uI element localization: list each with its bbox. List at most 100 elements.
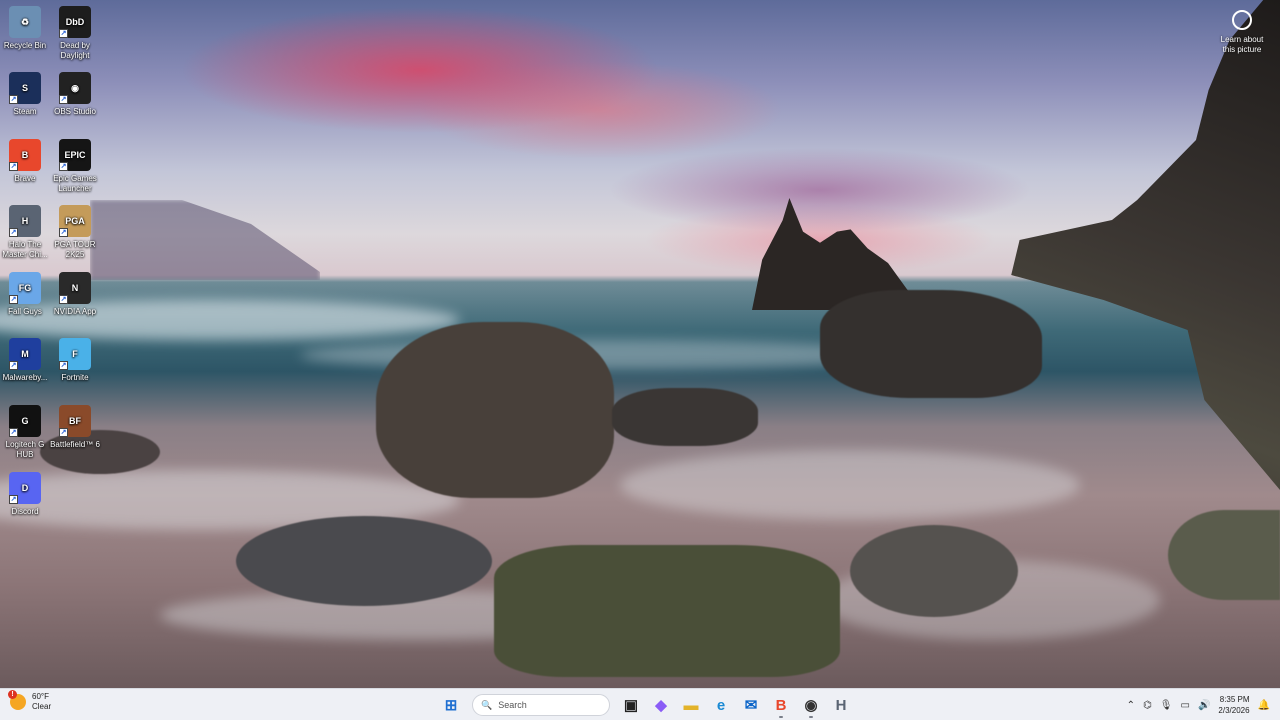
desktop-icon-epic-games[interactable]: EPIC ↗ Epic Games Launcher — [50, 135, 100, 194]
fall-guys-icon: FG ↗ — [9, 272, 41, 304]
shortcut-arrow-icon: ↗ — [59, 428, 68, 437]
weather-sun-icon: ! — [8, 690, 26, 710]
wallpaper-rock — [236, 516, 492, 606]
taskbar-edge-button[interactable]: e — [708, 692, 734, 718]
shortcut-arrow-icon: ↗ — [9, 295, 18, 304]
weather-condition: Clear — [32, 702, 52, 711]
wallpaper-headland — [90, 200, 320, 280]
desktop-icon-malwarebytes[interactable]: M ↗ Malwareby... — [0, 334, 50, 383]
speaker-icon[interactable]: 🔊 — [1198, 700, 1210, 711]
desktop-icon-label: NVIDIA App — [53, 307, 97, 316]
desktop-icon-label: Recycle Bin — [3, 41, 47, 50]
desktop-icon-nvidia-app[interactable]: N ↗ NVIDIA App — [50, 268, 100, 317]
desktop-icon-label: Battlefield™ 6 — [50, 440, 100, 449]
shortcut-arrow-icon: ↗ — [59, 29, 68, 38]
malwarebytes-icon: M ↗ — [9, 338, 41, 370]
desktop-icon-discord[interactable]: D ↗ Discord — [0, 468, 50, 517]
taskbar-halo-button[interactable]: H — [828, 692, 854, 718]
desktop-icon-label: Dead by Daylight — [60, 41, 90, 60]
logitech-g-hub-icon: G ↗ — [9, 405, 41, 437]
camera-icon — [1232, 10, 1252, 30]
desktop-icon-logitech-g-hub[interactable]: G ↗ Logitech G HUB — [0, 401, 50, 460]
notification-icon[interactable]: 🔔 — [1258, 700, 1270, 711]
clock-date: 2/3/2026 — [1218, 706, 1250, 715]
halo-icon: H ↗ — [9, 205, 41, 237]
taskbar-file-explorer-button[interactable]: ▬ — [678, 692, 704, 718]
weather-alert-icon: ! — [8, 690, 17, 699]
desktop-icon-dead-by-daylight[interactable]: DbD ↗ Dead by Daylight — [50, 2, 100, 61]
shortcut-arrow-icon: ↗ — [59, 95, 68, 104]
dead-by-daylight-icon: DbD ↗ — [59, 6, 91, 38]
taskbar-copilot-button[interactable]: ◆ — [648, 692, 674, 718]
wallpaper-rock — [850, 525, 1018, 617]
pga-tour-icon: PGA ↗ — [59, 205, 91, 237]
weather-temp: 60°F — [32, 692, 49, 701]
fortnite-icon: F ↗ — [59, 338, 91, 370]
shortcut-arrow-icon: ↗ — [9, 228, 18, 237]
shortcut-arrow-icon: ↗ — [9, 495, 18, 504]
desktop-icon-pga-tour[interactable]: PGA ↗ PGA TOUR 2K25 — [50, 201, 100, 260]
taskbar-outlook-button[interactable]: ✉ — [738, 692, 764, 718]
desktop-icon-label: Fall Guys — [8, 307, 42, 316]
shortcut-arrow-icon: ↗ — [9, 361, 18, 370]
desktop-icon-steam[interactable]: S ↗ Steam — [0, 68, 50, 117]
taskbar-search-box[interactable]: 🔍 Search — [472, 694, 610, 716]
halo-icon: H — [835, 696, 847, 714]
taskbar-task-view-button[interactable]: ▣ — [618, 692, 644, 718]
shortcut-arrow-icon: ↗ — [9, 428, 18, 437]
shortcut-arrow-icon: ↗ — [59, 295, 68, 304]
desktop-icon-label: PGA TOUR 2K25 — [54, 240, 96, 259]
wallpaper-cliff — [1011, 0, 1280, 490]
discord-icon: D ↗ — [9, 472, 41, 504]
display-icon[interactable]: ▭ — [1181, 700, 1190, 711]
steam-icon: S ↗ — [9, 72, 41, 104]
desktop-icon-recycle-bin[interactable]: ♻ Recycle Bin — [0, 2, 50, 51]
task-view-icon: ▣ — [623, 697, 639, 714]
file-explorer-icon: ▬ — [683, 696, 699, 714]
desktop-icon-brave[interactable]: B ↗ Brave — [0, 135, 50, 184]
taskbar-brave-button[interactable]: B — [768, 692, 794, 718]
outlook-icon: ✉ — [744, 697, 758, 714]
desktop-icon-halo[interactable]: H ↗ Halo The Master Chi... — [0, 201, 50, 260]
obs-studio-icon: ◉ ↗ — [59, 72, 91, 104]
desktop-icon-label: Epic Games Launcher — [53, 174, 97, 193]
shortcut-arrow-icon: ↗ — [9, 162, 18, 171]
wallpaper-rock — [820, 290, 1042, 398]
desktop-icon-label: Steam — [13, 107, 37, 116]
search-placeholder: Search — [498, 700, 527, 710]
desktop-icon-label: Brave — [14, 174, 36, 183]
desktop-icon-fortnite[interactable]: F ↗ Fortnite — [50, 334, 100, 383]
weather-widget[interactable]: ! 60°F Clear — [8, 690, 52, 712]
desktop-wallpaper: ♻ Recycle Bin DbD ↗ Dead by Daylight S ↗ Steam ◉… — [0, 0, 1280, 688]
running-indicator — [779, 716, 783, 718]
network-icon[interactable]: ⌬ — [1143, 700, 1152, 711]
clock[interactable]: 8:35 PM 2/3/2026 — [1218, 694, 1249, 716]
brave-icon: B — [775, 696, 787, 714]
desktop-icon-label: Discord — [11, 507, 39, 516]
taskbar-start-button[interactable]: ⊞ — [438, 692, 464, 718]
clock-time: 8:35 PM — [1219, 695, 1250, 704]
edge-icon: e — [716, 696, 726, 714]
running-indicator — [809, 716, 813, 718]
nvidia-app-icon: N ↗ — [59, 272, 91, 304]
desktop-icon-label: Malwareby... — [2, 373, 48, 382]
desktop-icon-label: Fortnite — [61, 373, 89, 382]
wallpaper-rock — [612, 388, 758, 446]
brave-icon: B ↗ — [9, 139, 41, 171]
chevron-up-icon[interactable]: ⌃ — [1127, 700, 1135, 711]
obs-icon: ◉ — [804, 697, 818, 714]
wallpaper-rock — [494, 545, 840, 677]
wallpaper-rock — [1168, 510, 1280, 600]
shortcut-arrow-icon: ↗ — [59, 361, 68, 370]
desktop-icon-battlefield-6[interactable]: BF ↗ Battlefield™ 6 — [50, 401, 100, 450]
desktop-icon-label: OBS Studio — [54, 107, 96, 116]
search-icon: 🔍 — [481, 699, 493, 710]
microphone-icon[interactable]: 🎙 — [1160, 700, 1173, 711]
desktop-icon-obs-studio[interactable]: ◉ ↗ OBS Studio — [50, 68, 100, 117]
learn-about-picture[interactable]: Learn about this picture — [1214, 8, 1270, 55]
copilot-icon: ◆ — [655, 697, 667, 714]
taskbar: ! 60°F Clear ⊞ 🔍 Search ▣ ◆ ▬ e ✉ B ◉ H ⌃ ⌬ 🎙 ▭ 🔊 … — [0, 688, 1280, 720]
recycle-bin-icon: ♻ — [9, 6, 41, 38]
taskbar-obs-button[interactable]: ◉ — [798, 692, 824, 718]
desktop-icon-fall-guys[interactable]: FG ↗ Fall Guys — [0, 268, 50, 317]
